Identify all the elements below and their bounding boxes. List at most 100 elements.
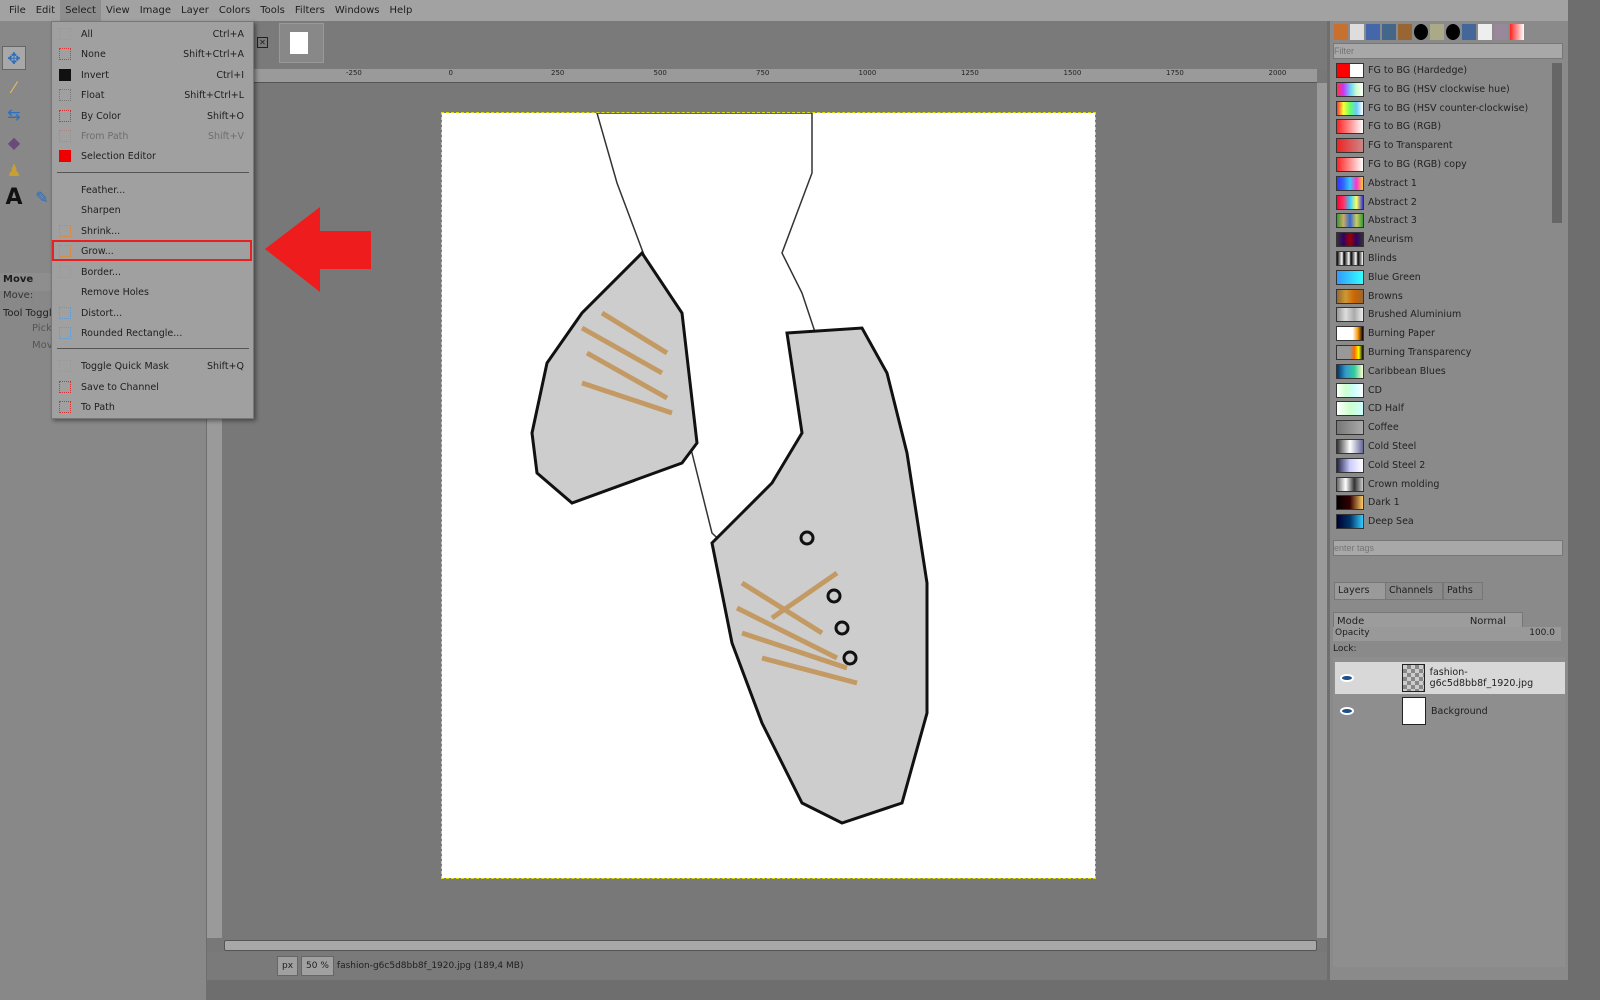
menu-item-invert[interactable]: Invert Ctrl+I bbox=[52, 65, 253, 85]
layer-row[interactable]: fashion-g6c5d8bb8f_1920.jpg bbox=[1335, 662, 1565, 694]
gradient-item[interactable]: Aneurism bbox=[1336, 231, 1413, 248]
gradients-tab-icon[interactable] bbox=[1510, 24, 1524, 40]
menu-item-float[interactable]: Float Shift+Ctrl+L bbox=[52, 85, 253, 105]
lock-label: Lock: bbox=[1333, 644, 1357, 654]
zoom-select[interactable]: 50 % bbox=[301, 956, 334, 976]
opacity-slider[interactable]: Opacity 100.0 bbox=[1333, 627, 1561, 641]
menu-filters[interactable]: Filters bbox=[290, 0, 330, 21]
gradient-item[interactable]: Cold Steel 2 bbox=[1336, 457, 1425, 474]
menu-item-toggle-quick-mask[interactable]: Toggle Quick Mask Shift+Q bbox=[52, 356, 253, 376]
close-tab-icon[interactable]: ✕ bbox=[257, 37, 268, 48]
menu-layer[interactable]: Layer bbox=[176, 0, 214, 21]
fuzzy-select-icon[interactable]: ⁄ bbox=[2, 76, 26, 100]
radio-pick[interactable]: Pick bbox=[32, 323, 52, 334]
gradient-item[interactable]: CD bbox=[1336, 382, 1382, 399]
menu-edit[interactable]: Edit bbox=[31, 0, 60, 21]
gradient-name: Burning Transparency bbox=[1368, 347, 1472, 358]
gradient-item[interactable]: FG to BG (RGB) bbox=[1336, 118, 1441, 135]
gradient-item[interactable]: Deep Sea bbox=[1336, 513, 1414, 530]
gradient-name: Brushed Aluminium bbox=[1368, 309, 1462, 321]
tool-presets-icon[interactable] bbox=[1382, 24, 1396, 40]
gradient-name: Blue Green bbox=[1368, 271, 1421, 283]
unit-select[interactable]: px bbox=[277, 956, 299, 976]
visibility-eye-icon[interactable] bbox=[1340, 707, 1354, 715]
menu-file[interactable]: File bbox=[4, 0, 31, 21]
gradient-item[interactable]: Caribbean Blues bbox=[1336, 363, 1446, 380]
menu-item-none[interactable]: None Shift+Ctrl+A bbox=[52, 44, 253, 64]
menu-item-sharpen[interactable]: Sharpen bbox=[52, 200, 253, 220]
gradient-item[interactable]: FG to BG (RGB) copy bbox=[1336, 156, 1467, 173]
gradient-item[interactable]: Burning Transparency bbox=[1336, 344, 1471, 361]
gradient-item[interactable]: CD Half bbox=[1336, 400, 1404, 417]
menu-item-save-to-channel[interactable]: Save to Channel bbox=[52, 377, 253, 397]
gradient-item[interactable]: Blue Green bbox=[1336, 269, 1421, 286]
menu-select[interactable]: Select bbox=[60, 0, 101, 21]
menu-item-remove-holes[interactable]: Remove Holes bbox=[52, 282, 253, 302]
ruler-label: 500 bbox=[653, 69, 667, 77]
gradient-item[interactable]: Crown molding bbox=[1336, 476, 1439, 493]
menu-item-feather[interactable]: Feather... bbox=[52, 180, 253, 200]
menu-view[interactable]: View bbox=[101, 0, 135, 21]
vertical-scrollbar[interactable] bbox=[1317, 83, 1327, 938]
gradient-item[interactable]: Blinds bbox=[1336, 250, 1397, 267]
gradient-item[interactable]: Coffee bbox=[1336, 419, 1399, 436]
gradient-item[interactable]: FG to BG (HSV counter-clockwise) bbox=[1336, 100, 1528, 117]
gradient-name: Abstract 1 bbox=[1368, 177, 1417, 189]
tags-input[interactable] bbox=[1333, 540, 1563, 556]
clone-icon[interactable]: ♟ bbox=[2, 159, 26, 183]
gradient-item[interactable]: Abstract 3 bbox=[1336, 212, 1417, 229]
mypaint-brushes-icon[interactable] bbox=[1446, 24, 1460, 40]
tab-channels[interactable]: Channels bbox=[1385, 582, 1443, 600]
brushes-icon[interactable] bbox=[1398, 24, 1412, 40]
flip-tool-icon[interactable]: ⇆ bbox=[2, 103, 26, 127]
gradient-item[interactable]: Abstract 2 bbox=[1336, 194, 1417, 211]
menu-tools[interactable]: Tools bbox=[255, 0, 290, 21]
gradient-item[interactable]: FG to BG (HSV clockwise hue) bbox=[1336, 81, 1510, 98]
gradient-item[interactable]: Cold Steel bbox=[1336, 438, 1416, 455]
fonts-icon[interactable] bbox=[1462, 24, 1476, 40]
gradient-item[interactable]: Abstract 1 bbox=[1336, 175, 1417, 192]
float-icon bbox=[59, 89, 71, 101]
gradient-item[interactable]: Burning Paper bbox=[1336, 325, 1435, 342]
menu-help[interactable]: Help bbox=[385, 0, 418, 21]
horizontal-scrollbar[interactable] bbox=[224, 940, 1317, 951]
document-history-icon[interactable] bbox=[1350, 24, 1364, 40]
palettes-icon[interactable] bbox=[1494, 24, 1508, 40]
images-tab-icon[interactable] bbox=[1334, 24, 1348, 40]
text-tool-icon[interactable]: A bbox=[2, 186, 26, 210]
image-canvas[interactable] bbox=[441, 112, 1096, 879]
menu-item-distort[interactable]: Distort... bbox=[52, 303, 253, 323]
menu-windows[interactable]: Windows bbox=[330, 0, 385, 21]
image-tab-thumbnail[interactable] bbox=[279, 23, 324, 63]
templates-icon[interactable] bbox=[1366, 24, 1380, 40]
eraser-icon[interactable]: ◆ bbox=[2, 131, 26, 155]
menu-item-rounded-rectangle[interactable]: Rounded Rectangle... bbox=[52, 323, 253, 343]
gradient-item[interactable]: Browns bbox=[1336, 288, 1403, 305]
layer-row[interactable]: Background bbox=[1335, 695, 1565, 727]
move-tool-icon[interactable]: ✥ bbox=[2, 46, 26, 70]
paint-dynamics-icon[interactable] bbox=[1430, 24, 1444, 40]
gradient-item[interactable]: Brushed Aluminium bbox=[1336, 306, 1461, 323]
menu-item-all[interactable]: All Ctrl+A bbox=[52, 24, 253, 44]
radio-move[interactable]: Mov bbox=[32, 340, 53, 351]
menu-item-by-color[interactable]: By Color Shift+O bbox=[52, 106, 253, 126]
gradient-item[interactable]: Dark 1 bbox=[1336, 494, 1400, 511]
gradient-item[interactable]: FG to Transparent bbox=[1336, 137, 1453, 154]
layer-name[interactable]: fashion-g6c5d8bb8f_1920.jpg bbox=[1430, 667, 1565, 689]
patterns-icon[interactable] bbox=[1414, 24, 1428, 40]
pointer-icon[interactable] bbox=[1478, 24, 1492, 40]
tab-paths[interactable]: Paths bbox=[1443, 582, 1483, 600]
menu-item-to-path[interactable]: To Path bbox=[52, 397, 253, 417]
gradient-item[interactable]: FG to BG (Hardedge) bbox=[1336, 62, 1467, 79]
menu-item-selection-editor[interactable]: Selection Editor bbox=[52, 146, 253, 166]
menu-colors[interactable]: Colors bbox=[214, 0, 255, 21]
gradient-filter-input[interactable] bbox=[1333, 43, 1563, 59]
menu-item-border[interactable]: Border... bbox=[52, 262, 253, 282]
layer-name[interactable]: Background bbox=[1431, 706, 1488, 717]
menu-item-shrink[interactable]: Shrink... bbox=[52, 221, 253, 241]
menu-item-from-path[interactable]: From Path Shift+V bbox=[52, 126, 253, 146]
tab-layers[interactable]: Layers bbox=[1334, 582, 1386, 600]
visibility-eye-icon[interactable] bbox=[1340, 674, 1354, 682]
menu-image[interactable]: Image bbox=[135, 0, 176, 21]
gradient-list-scrollbar[interactable] bbox=[1552, 63, 1562, 223]
